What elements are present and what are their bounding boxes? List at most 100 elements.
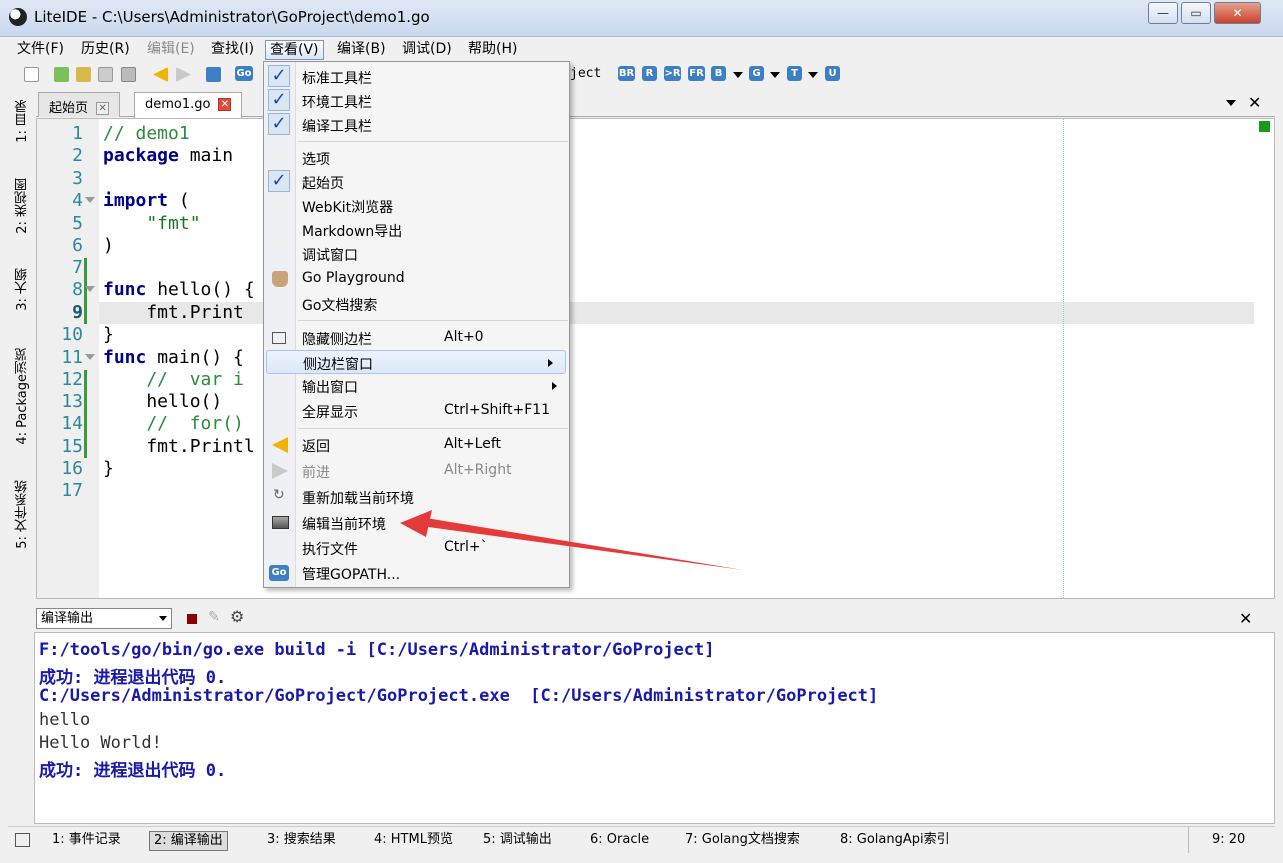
title-bar: LiteIDE - C:\Users\Administrator\GoProje… [0,0,1283,37]
menu-debug[interactable]: 调试(D) [398,40,456,60]
menu-help[interactable]: 帮助(H) [464,40,521,60]
code-editor[interactable]: 1 2 3 4 5 6 7 8 9 10 11 12 13 14 15 16 1… [36,118,1275,599]
menu-item-options[interactable]: 选项 [264,146,569,170]
test-button[interactable]: T [787,66,802,81]
menu-item-standard-toolbar[interactable]: ✓ 标准工具栏 [264,65,569,89]
menu-item-label: 全屏显示 [302,405,358,421]
menu-item-forward[interactable]: 前进 Alt+Right [264,459,569,483]
menu-bar: 文件(F) 历史(R) 编辑(E) 查找(I) 查看(V) 编译(B) 调试(D… [8,37,1275,61]
fold-icon[interactable] [85,286,95,292]
menu-item-webkit-browser[interactable]: WebKit浏览器 [264,194,569,218]
menu-item-label: 调试窗口 [302,248,358,264]
build-run-button[interactable]: BR [618,66,635,81]
menu-item-markdown-export[interactable]: Markdown导出 [264,218,569,242]
menu-item-manage-gopath[interactable]: Go 管理GOPATH... [264,561,569,585]
bottom-tab-golang-doc-search[interactable]: 7: Golang文档搜索 [681,831,804,851]
tab-close-icon[interactable]: ✕ [218,98,232,111]
toggle-sidebar-icon[interactable] [15,833,30,847]
line-number: 14 [61,413,83,434]
menu-item-go-doc-search[interactable]: Go文档搜索 [264,292,569,316]
menu-edit[interactable]: 编辑(E) [143,40,199,60]
bottom-tab-event-log[interactable]: 1: 事件记录 [48,831,125,851]
output-line: Hello World! [39,733,162,753]
tab-start-page[interactable]: 起始页 ✕ [38,92,121,117]
build-dropdown-icon[interactable] [733,72,743,78]
go-icon[interactable]: Go [235,66,253,81]
minimize-button[interactable]: — [1148,2,1178,24]
maximize-button[interactable]: ▭ [1181,2,1211,24]
get-dropdown-icon[interactable] [770,72,780,78]
menu-item-fullscreen[interactable]: 全屏显示 Ctrl+Shift+F11 [264,399,569,423]
output-selector[interactable]: 编译输出 [36,608,172,629]
menu-item-run-file[interactable]: 执行文件 Ctrl+` [264,536,569,560]
bottom-tab-html-preview[interactable]: 4: HTML预览 [370,831,457,851]
menu-find[interactable]: 查找(I) [207,40,258,60]
test-dropdown-icon[interactable] [808,72,818,78]
sidebar-tab-classview[interactable]: 2: 类视图 [13,178,32,234]
new-file-icon[interactable] [24,67,39,82]
code-line: ) [103,235,114,256]
line-number: 15 [61,436,83,457]
close-editor-icon[interactable]: ✕ [1248,93,1261,112]
menu-history[interactable]: 历史(R) [77,40,134,60]
bottom-tab-golang-api-index[interactable]: 8: GolangApi索引 [836,831,954,851]
forward-icon[interactable] [176,67,191,82]
menu-item-build-toolbar[interactable]: ✓ 编译工具栏 [264,113,569,137]
bottom-tab-debug-output[interactable]: 5: 调试输出 [479,831,556,851]
gear-icon[interactable]: ⚙ [230,607,244,626]
menu-item-label: 起始页 [302,176,344,192]
output-console[interactable]: F:/tools/go/bin/go.exe build -i [C:/User… [34,632,1275,824]
clear-icon[interactable]: ✎ [208,609,220,625]
close-button[interactable]: ✕ [1214,2,1261,24]
menu-item-edit-env[interactable]: 编辑当前环境 [264,511,569,535]
tab-demo1-go[interactable]: demo1.go ✕ [134,92,243,118]
env-select-text[interactable]: ject [570,66,601,81]
menu-item-env-toolbar[interactable]: ✓ 环境工具栏 [264,89,569,113]
open-file-icon[interactable] [54,67,69,82]
bottom-tab-build-output[interactable]: 2: 编译输出 [149,831,228,851]
menu-separator [298,320,568,321]
sidebar-tab-outline[interactable]: 3: 大纲 [13,268,32,311]
menu-build[interactable]: 编译(B) [333,40,390,60]
menu-view[interactable]: 查看(V) [265,40,324,60]
save-all-icon[interactable] [121,67,136,82]
bottom-tab-oracle[interactable]: 6: Oracle [586,831,653,851]
stop-icon[interactable] [187,614,197,624]
save-icon[interactable] [98,67,113,82]
menu-item-debug-window[interactable]: 调试窗口 [264,242,569,266]
menu-item-start-page[interactable]: ✓ 起始页 [264,170,569,194]
tab-close-icon[interactable]: ✕ [96,102,110,115]
fold-icon[interactable] [85,354,95,360]
left-sidebar: 1: 目录 2: 类视图 3: 大纲 4: Package浏览 5: 文件系统 [8,90,35,600]
build-button[interactable]: B [711,66,726,81]
tab-list-dropdown-icon[interactable] [1226,100,1236,106]
code-text: ( [168,190,190,211]
fold-icon[interactable] [85,197,95,203]
code-line: import ( [103,190,190,211]
run-button[interactable]: R [642,66,657,81]
home-icon[interactable] [206,67,221,82]
menu-item-back[interactable]: 返回 Alt+Left [264,433,569,457]
close-output-icon[interactable]: ✕ [1239,609,1252,628]
get-button[interactable]: G [749,66,764,81]
sidebar-tab-filesystem[interactable]: 5: 文件系统 [13,480,32,549]
output-panel-header: 编译输出 ✎ ⚙ ✕ [36,604,1275,632]
sidebar-tab-package[interactable]: 4: Package浏览 [13,348,32,445]
file-run-button[interactable]: FR [688,66,705,81]
update-button[interactable]: U [825,66,840,81]
menu-item-hide-sidebar[interactable]: 隐藏侧边栏 Alt+0 [264,326,569,350]
menu-item-shortcut: Alt+0 [444,329,484,345]
line-number: 12 [61,369,83,390]
sidebar-tab-directory[interactable]: 1: 目录 [13,100,32,143]
menu-file[interactable]: 文件(F) [13,40,68,60]
output-line: hello [39,710,91,730]
menu-item-sidebar-windows[interactable]: 侧边栏窗口 [266,350,566,374]
line-number: 1 [72,123,83,144]
menu-item-reload-env[interactable]: ↻ 重新加载当前环境 [264,485,569,509]
bottom-tab-search-results[interactable]: 3: 搜索结果 [263,831,340,851]
run-term-button[interactable]: >R [664,66,681,81]
open-folder-icon[interactable] [76,67,91,82]
back-icon[interactable] [153,67,168,82]
menu-item-output-windows[interactable]: 输出窗口 [264,374,569,398]
menu-item-go-playground[interactable]: Go Playground [264,267,569,291]
